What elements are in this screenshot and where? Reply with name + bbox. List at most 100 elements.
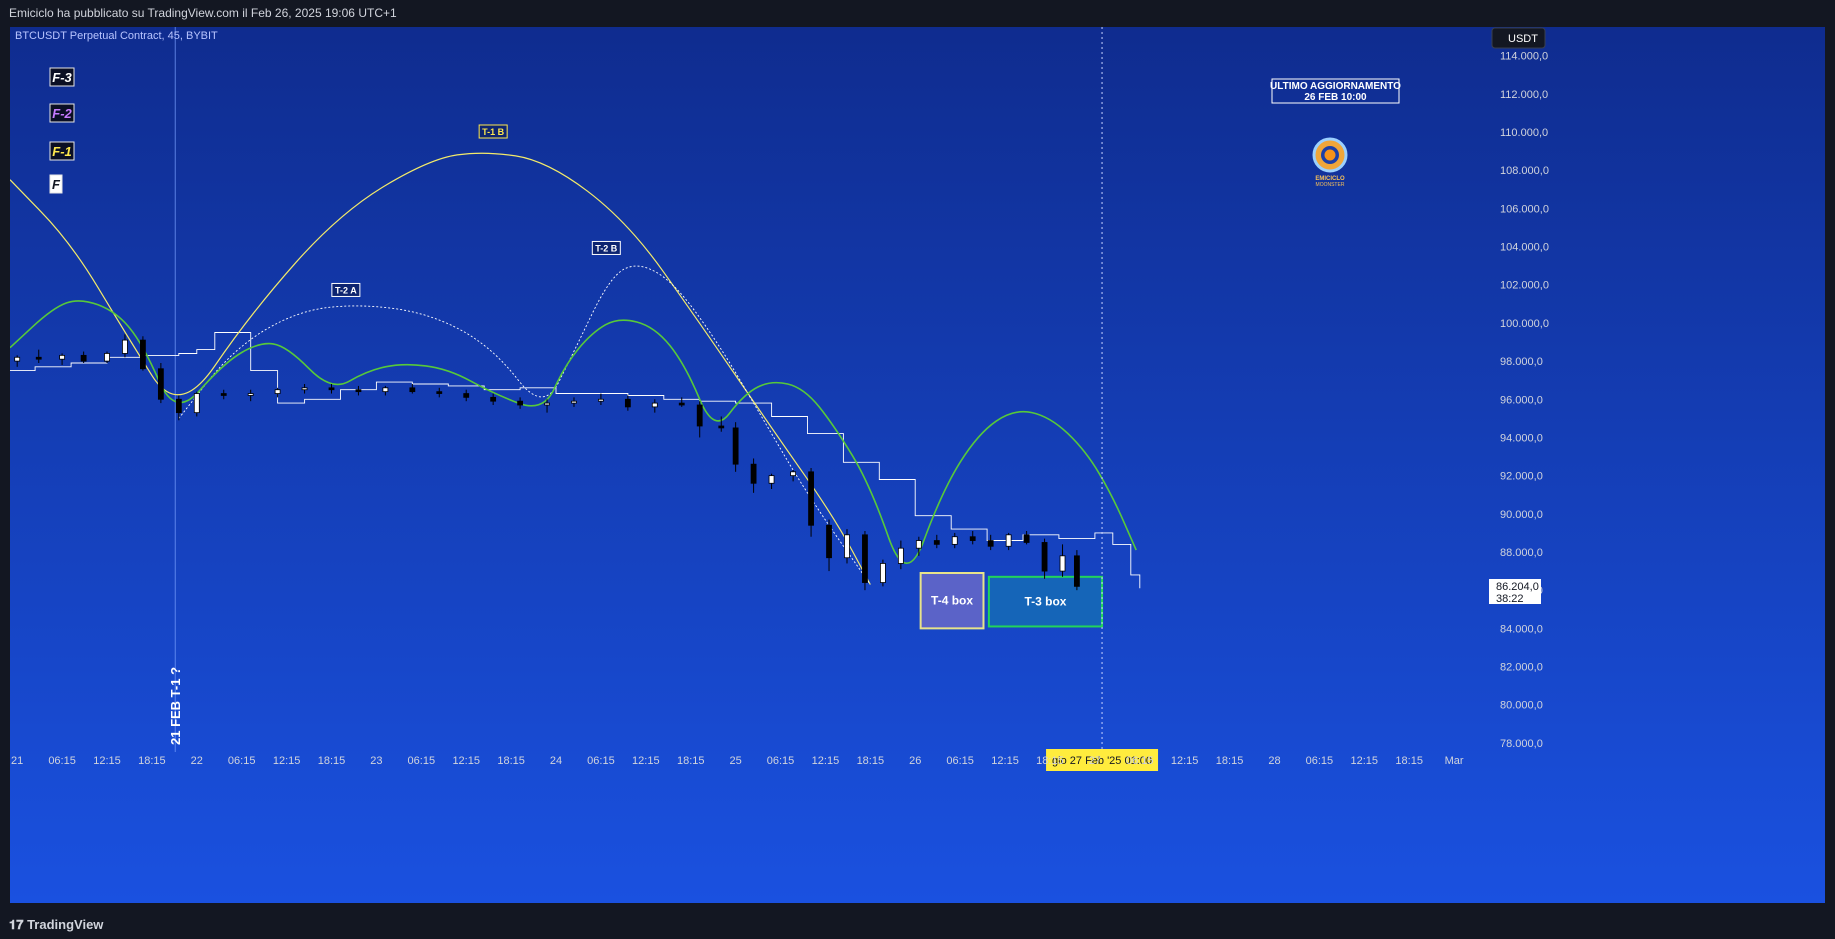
- candle-body: [247, 393, 254, 396]
- candle-body: [696, 404, 703, 427]
- legend-item-label: F: [52, 177, 61, 192]
- footer-bar: 𝟏𝟕 TradingView: [0, 911, 1835, 939]
- x-tick-label: 12:15: [991, 755, 1019, 767]
- candle-body: [790, 471, 797, 477]
- candle-body: [157, 368, 164, 400]
- candle-body: [59, 354, 65, 360]
- candle-body: [382, 387, 389, 393]
- x-tick-label: 18:15: [677, 755, 705, 767]
- candle-body: [1059, 555, 1066, 572]
- x-tick-label: 24: [550, 755, 562, 767]
- candle-body: [1073, 555, 1080, 587]
- legend-item-label: F-1: [52, 144, 72, 159]
- x-tick-label: 28: [1268, 755, 1280, 767]
- y-tick-label: 112.000,0: [1500, 89, 1548, 101]
- candle-body: [355, 389, 362, 393]
- candle-body: [844, 534, 850, 559]
- candle-body: [915, 540, 922, 549]
- x-tick-label: 18:15: [1036, 755, 1064, 767]
- candle-body: [80, 354, 87, 362]
- target-box-label: T-3 box: [1024, 595, 1066, 609]
- brand-label: TradingView: [27, 917, 104, 932]
- x-tick-label: 18:15: [318, 755, 346, 767]
- candle-body: [1005, 534, 1012, 547]
- candle-body: [897, 547, 904, 564]
- chart-background: [10, 27, 1825, 903]
- y-tick-label: 92.000,0: [1500, 471, 1543, 483]
- last-price-badge: 86.204,0 38:22: [1489, 579, 1541, 605]
- target-box-label: T-4 box: [931, 594, 973, 608]
- watermark-line2: MOONSTER: [1316, 182, 1345, 188]
- x-tick-label: 27: [1089, 755, 1101, 767]
- y-tick-label: 96.000,0: [1500, 394, 1543, 406]
- candle-body: [140, 339, 146, 370]
- y-tick-label: 102.000,0: [1500, 280, 1549, 292]
- x-tick-label: 18:15: [497, 755, 525, 767]
- x-tick-label: 18:15: [1395, 755, 1423, 767]
- price-chart[interactable]: 21 FEB T-1 ? T-4 box T-3 box gio 27 Feb '…: [10, 27, 1825, 903]
- x-tick-label: 06:15: [587, 755, 615, 767]
- x-tick-label: 21: [11, 755, 23, 767]
- candle-body: [328, 387, 335, 391]
- candle-body: [14, 356, 21, 362]
- x-tick-label: 12:15: [452, 755, 480, 767]
- x-tick-label: 12:15: [1171, 755, 1199, 767]
- candle-body: [274, 389, 281, 394]
- candle-body: [651, 402, 658, 408]
- legend-item-label: F-2: [52, 106, 72, 121]
- tradingview-logo[interactable]: 𝟏𝟕 TradingView: [9, 911, 103, 939]
- x-tick-label: 06:15: [767, 755, 795, 767]
- countdown-value: 38:22: [1496, 593, 1524, 605]
- y-tick-label: 78.000,0: [1500, 738, 1543, 750]
- candle-body: [571, 400, 577, 404]
- candle-body: [544, 402, 550, 406]
- candle-body: [1041, 542, 1048, 572]
- candle-body: [951, 536, 958, 545]
- candle-body: [624, 398, 631, 408]
- publisher-header: Emiciclo ha pubblicato su TradingView.co…: [0, 0, 1835, 27]
- candle-body: [175, 398, 182, 414]
- x-tick-label: 06:15: [408, 755, 436, 767]
- y-tick-label: 98.000,0: [1500, 356, 1543, 368]
- y-tick-label: 84.000,0: [1500, 623, 1543, 635]
- annotation-label: T-1 B: [482, 127, 505, 137]
- candle-body: [517, 400, 523, 406]
- x-tick-label: 12:15: [273, 755, 301, 767]
- currency-badge[interactable]: USDT: [1491, 27, 1546, 49]
- y-tick-label: 82.000,0: [1500, 662, 1543, 674]
- candle-body: [768, 475, 775, 484]
- x-tick-label: 06:15: [946, 755, 974, 767]
- annotation-label: T-2 B: [595, 243, 618, 253]
- y-tick-label: 106.000,0: [1500, 203, 1549, 215]
- candle-body: [987, 540, 994, 547]
- emiciclo-watermark: EMICICLO MOONSTER: [1312, 137, 1348, 188]
- candle-body: [718, 425, 725, 429]
- symbol-label: BTCUSDT Perpetual Contract, 45, BYBIT: [15, 30, 218, 42]
- x-tick-label: 18:15: [138, 755, 166, 767]
- x-tick-label: 18:15: [1216, 755, 1244, 767]
- candle-body: [598, 398, 604, 402]
- currency-label: USDT: [1508, 33, 1538, 45]
- y-tick-label: 104.000,0: [1500, 242, 1549, 254]
- candle-body: [104, 353, 110, 362]
- y-tick-label: 88.000,0: [1500, 547, 1543, 559]
- x-tick-label: 12:15: [812, 755, 840, 767]
- candle-body: [826, 524, 832, 559]
- candle-body: [1023, 534, 1030, 543]
- x-tick-label: 12:15: [93, 755, 121, 767]
- vertical-marker-label: 21 FEB T-1 ?: [168, 667, 183, 745]
- x-tick-label: 26: [909, 755, 921, 767]
- update-note-line1: ULTIMO AGGIORNAMENTO: [1270, 81, 1401, 92]
- x-tick-label: 12:15: [1351, 755, 1379, 767]
- candle-body: [490, 396, 497, 402]
- candle-body: [35, 356, 42, 360]
- candle-body: [750, 463, 757, 484]
- x-tick-label: 06:15: [228, 755, 256, 767]
- candle-body: [193, 393, 200, 414]
- x-tick-label: 12:15: [632, 755, 660, 767]
- candle-body: [732, 427, 739, 465]
- x-tick-label: 06:15: [48, 755, 76, 767]
- candle-body: [969, 536, 976, 541]
- y-tick-label: 90.000,0: [1500, 509, 1543, 521]
- y-tick-label: 114.000,0: [1500, 51, 1548, 63]
